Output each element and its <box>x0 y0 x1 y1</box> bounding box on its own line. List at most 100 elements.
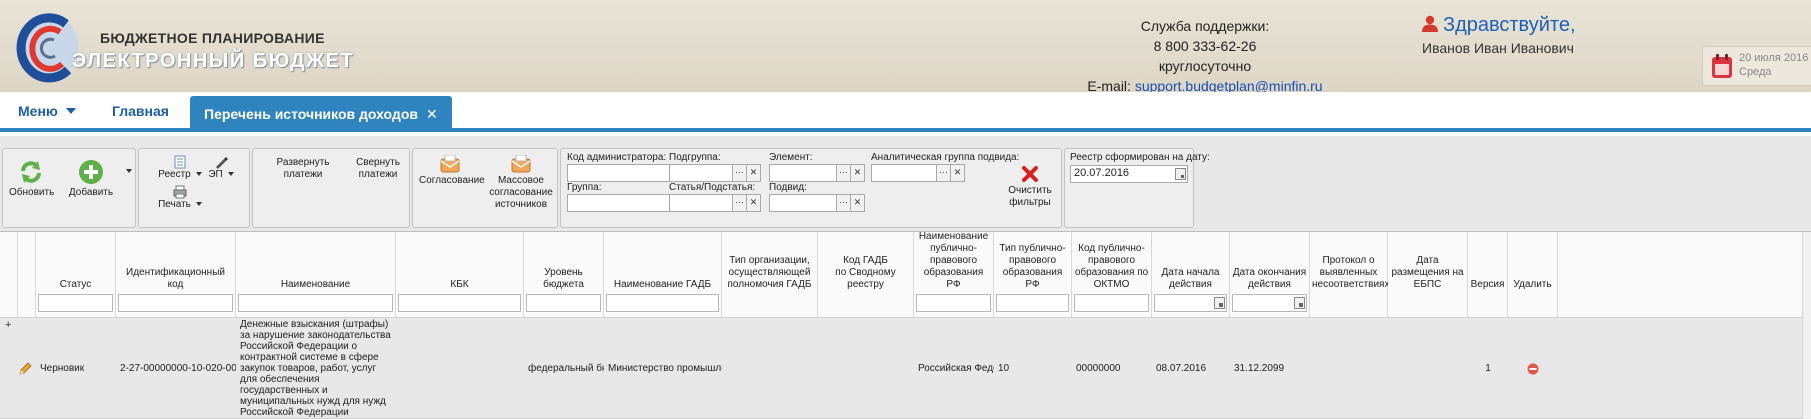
column-header-ppo-type[interactable]: Тип публично-правового образования РФ <box>994 232 1072 318</box>
column-header-budget-level[interactable]: Уровень бюджета <box>524 232 604 318</box>
calendar-icon[interactable] <box>1214 297 1225 309</box>
current-date-box: 20 июля 2016 Среда <box>1702 46 1811 86</box>
table-row[interactable]: + Черновик 2-27-00000000-10-020-00002-0 … <box>0 318 1811 419</box>
column-header-ppo-name[interactable]: Наименование публично-правового образовани… <box>914 231 994 318</box>
support-hours: круглосуточно <box>1158 58 1252 74</box>
subgroup-lookup-button[interactable]: ··· <box>733 164 747 182</box>
column-header-end-date[interactable]: Дата окончания действия <box>1230 232 1310 318</box>
cell-version: 1 <box>1485 363 1491 374</box>
column-header-oktmo[interactable]: Код публично-правового образования по ОКТМ… <box>1072 232 1152 318</box>
cell-delete[interactable] <box>1508 318 1558 419</box>
id-code-filter-input[interactable] <box>118 294 233 312</box>
cell-kbk <box>396 318 524 419</box>
expand-payments-button[interactable]: Развернуть платежи <box>273 157 333 181</box>
expand-row-icon[interactable]: + <box>5 319 11 331</box>
article-clear-button[interactable]: ✕ <box>747 194 761 212</box>
analytic-group-input[interactable] <box>871 164 937 182</box>
current-weekday: Среда <box>1739 66 1772 78</box>
column-header-gadb-name[interactable]: Наименование ГАДБ <box>604 232 722 318</box>
subtype-clear-button[interactable]: ✕ <box>851 194 865 212</box>
group-label: Группа: <box>567 182 602 193</box>
column-header-delete[interactable]: Удалить <box>1508 232 1558 318</box>
refresh-button[interactable]: Обновить <box>9 159 54 199</box>
income-sources-grid: Статус Идентификационный код Наименовани… <box>0 231 1811 419</box>
column-header-ebps-date[interactable]: Дата размещения на ЕБПС <box>1388 232 1468 318</box>
add-button[interactable]: Добавить <box>65 159 117 199</box>
add-dropdown-icon[interactable] <box>126 169 132 173</box>
cell-gadb-name: Министерство промышлен... <box>608 363 722 374</box>
column-header-id-code[interactable]: Идентификационный код <box>116 232 236 318</box>
end-date-filter-input[interactable] <box>1232 294 1307 312</box>
column-header-start-date[interactable]: Дата начала действия <box>1152 232 1230 318</box>
ppo-type-filter-input[interactable] <box>996 294 1069 312</box>
column-header-protocol[interactable]: Протокол о выявленных несоответствиях <box>1310 232 1389 318</box>
delete-icon[interactable] <box>1527 363 1539 375</box>
name-filter-input[interactable] <box>238 294 393 312</box>
edit-cell[interactable] <box>18 318 36 419</box>
subtype-label: Подвид: <box>769 182 807 193</box>
support-title: Служба поддержки: <box>1140 18 1270 34</box>
main-nav: Меню Главная Перечень источников доходов… <box>0 92 1811 132</box>
subgroup-input[interactable] <box>669 164 733 182</box>
column-header-gadb-code[interactable]: Код ГАДБ по Сводному реестру <box>818 232 914 318</box>
analytic-group-lookup-button[interactable]: ··· <box>937 164 951 182</box>
admin-code-input[interactable] <box>567 164 679 182</box>
calendar-icon[interactable] <box>1175 168 1186 180</box>
close-icon[interactable]: ✕ <box>426 106 438 122</box>
status-filter-input[interactable] <box>38 294 113 312</box>
analytic-group-clear-button[interactable]: ✕ <box>951 164 965 182</box>
toolbar-group-payments: Развернуть платежи Свернуть платежи <box>252 148 410 228</box>
analytic-group-label: Аналитическая группа подвида: <box>871 152 1020 163</box>
article-lookup-button[interactable]: ··· <box>733 194 747 212</box>
cell-ppo-name: Российская Феде... <box>918 363 994 374</box>
column-header-org-type[interactable]: Тип организации, осуществляющей полномочия… <box>722 232 818 318</box>
registry-date-input[interactable]: 20.07.2016 <box>1070 165 1188 183</box>
current-date: 20 июля 2016 <box>1739 52 1809 64</box>
element-lookup-button[interactable]: ··· <box>837 164 851 182</box>
oktmo-filter-input[interactable] <box>1074 294 1149 312</box>
envelope-icon <box>440 155 460 173</box>
chevron-down-icon <box>65 108 76 114</box>
article-label: Статья/Подстатья: <box>669 182 756 193</box>
home-tab[interactable]: Главная <box>112 103 169 119</box>
gadb-name-filter-input[interactable] <box>606 294 719 312</box>
menu-label: Меню <box>18 103 58 119</box>
support-email-link[interactable]: support.budgetplan@minfin.ru <box>1135 78 1323 92</box>
pencil-edit-icon[interactable] <box>18 361 32 376</box>
column-header-version[interactable]: Версия <box>1468 232 1508 318</box>
clear-filters-button[interactable]: Очистить фильтры <box>1003 165 1057 209</box>
user-name[interactable]: Иванов Иван Иванович <box>1422 40 1574 56</box>
element-clear-button[interactable]: ✕ <box>851 164 865 182</box>
grid-header-filler <box>1558 232 1802 318</box>
toolbar-group-registry-date: Реестр сформирован на дату: 20.07.2016 <box>1064 148 1210 228</box>
column-header-status[interactable]: Статус <box>36 232 116 318</box>
menu-button[interactable]: Меню <box>18 103 76 119</box>
printer-icon <box>173 185 187 199</box>
approve-button[interactable]: Согласование <box>419 155 485 187</box>
subtype-input[interactable] <box>769 194 837 212</box>
column-header-kbk[interactable]: КБК <box>396 232 524 318</box>
subtype-lookup-button[interactable]: ··· <box>837 194 851 212</box>
group-input[interactable] <box>567 194 679 212</box>
toolbar-group-approval: Согласование Массовое согласование источ… <box>412 148 558 228</box>
element-input[interactable] <box>769 164 837 182</box>
tab-income-sources[interactable]: Перечень источников доходов ✕ <box>190 96 452 132</box>
ppo-name-filter-input[interactable] <box>916 294 991 312</box>
collapse-payments-button[interactable]: Свернуть платежи <box>351 157 405 181</box>
registry-button[interactable]: Реестр <box>155 155 205 180</box>
subgroup-clear-button[interactable]: ✕ <box>747 164 761 182</box>
add-label: Добавить <box>68 187 114 198</box>
chevron-down-icon <box>227 172 234 176</box>
mass-approve-button[interactable]: Массовое согласование источников <box>485 155 557 211</box>
calendar-icon[interactable] <box>1294 297 1305 309</box>
red-x-icon <box>1022 166 1038 182</box>
column-header-name[interactable]: Наименование <box>236 232 396 318</box>
kbk-filter-input[interactable] <box>398 294 521 312</box>
print-button[interactable]: Печать <box>155 185 205 210</box>
budget-level-filter-input[interactable] <box>526 294 601 312</box>
vertical-scrollbar[interactable] <box>1802 232 1811 419</box>
digital-signature-button[interactable]: ЭП <box>201 155 241 180</box>
cell-start-date: 08.07.2016 <box>1156 363 1207 374</box>
start-date-filter-input[interactable] <box>1154 294 1227 312</box>
article-input[interactable] <box>669 194 733 212</box>
